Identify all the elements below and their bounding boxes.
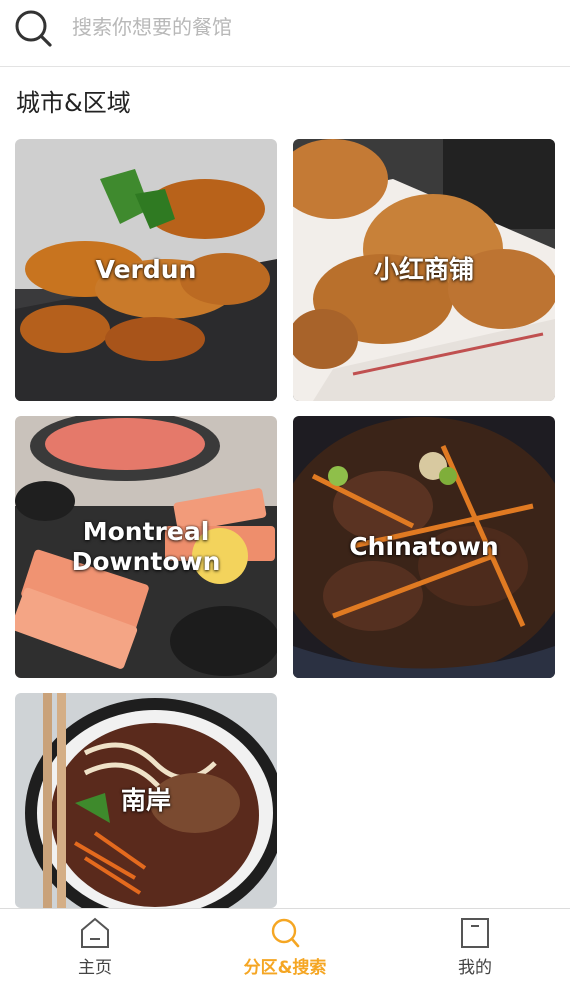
nav-home[interactable]: 主页 bbox=[0, 909, 190, 983]
area-card-montreal-downtown[interactable]: Montreal Downtown bbox=[15, 416, 277, 678]
nav-area-search-label: 分区&搜索 bbox=[243, 958, 327, 978]
area-card-xiaohong[interactable]: 小红商铺 bbox=[293, 139, 555, 401]
area-card-verdun[interactable]: Verdun bbox=[15, 139, 277, 401]
nav-home-label: 主页 bbox=[78, 958, 112, 978]
area-card-chinatown[interactable]: Chinatown bbox=[293, 416, 555, 678]
search-icon bbox=[271, 918, 300, 948]
profile-icon bbox=[461, 918, 489, 948]
area-card-label: 小红商铺 bbox=[373, 255, 474, 284]
nav-profile[interactable]: 我的 bbox=[380, 909, 570, 983]
section-title: 城市&区域 bbox=[16, 89, 131, 117]
area-card-label: Chinatown bbox=[349, 532, 499, 561]
search-icon[interactable] bbox=[13, 8, 53, 48]
app-screen: 搜索你想要的餐馆 城市&区域 Verdun 小红商铺 Montreal Down… bbox=[0, 0, 570, 983]
search-input[interactable]: 搜索你想要的餐馆 bbox=[72, 13, 232, 41]
area-card-label: Montreal Downtown bbox=[71, 517, 221, 576]
area-card-label: 南岸 bbox=[120, 785, 171, 815]
nav-area-search[interactable]: 分区&搜索 bbox=[190, 909, 380, 983]
bottom-nav: 主页 分区&搜索 我的 bbox=[0, 908, 570, 983]
area-card-nan-an[interactable]: 南岸 bbox=[15, 693, 277, 908]
area-card-label: Verdun bbox=[95, 255, 197, 284]
home-icon bbox=[81, 917, 109, 948]
search-bar[interactable]: 搜索你想要的餐馆 bbox=[0, 0, 570, 67]
nav-profile-label: 我的 bbox=[458, 958, 492, 978]
